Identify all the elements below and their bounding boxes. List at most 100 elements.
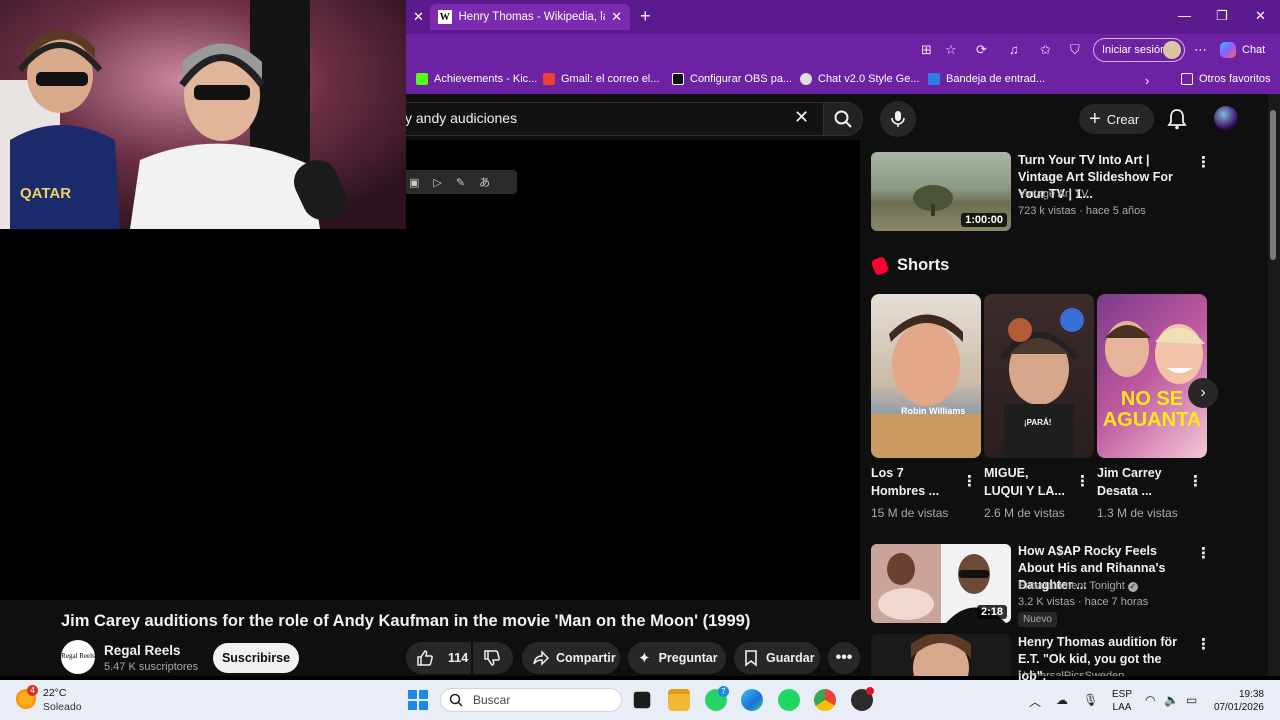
subscriber-count: 5.47 K suscriptores — [104, 661, 199, 673]
spotify-icon[interactable] — [778, 689, 800, 711]
ask-label: Preguntar — [658, 651, 718, 665]
bookmark-item[interactable]: Chat v2.0 Style Ge... — [800, 73, 920, 85]
favorites-icon[interactable]: ✩ — [1040, 42, 1051, 58]
extensions-icon[interactable]: ⟳ — [976, 42, 987, 58]
weather-temperature[interactable]: 22°C — [43, 687, 66, 699]
wifi-icon[interactable]: ◠ — [1145, 693, 1155, 707]
shorts-next-button[interactable]: › — [1188, 378, 1218, 408]
edge-icon[interactable] — [741, 689, 763, 711]
share-button[interactable]: Compartir — [522, 642, 620, 674]
music-icon[interactable]: ♫ — [1009, 42, 1019, 57]
picture-in-picture-icon[interactable]: ▣ — [409, 176, 419, 189]
onedrive-icon[interactable]: ☁ — [1056, 693, 1068, 707]
duration-badge: 2:18 — [976, 605, 1007, 619]
taskbar-search[interactable]: Buscar — [440, 688, 622, 712]
channel-name[interactable]: Regal Reels — [104, 643, 181, 658]
video-thumbnail[interactable]: 2:18 — [871, 544, 1011, 623]
short-thumbnail[interactable]: ¡PARÁ! — [984, 294, 1094, 458]
duration-badge: 1:00:00 — [961, 213, 1007, 227]
close-tab-icon[interactable]: ✕ — [413, 9, 424, 25]
kebab-menu-icon[interactable]: ⋮ — [1196, 544, 1211, 562]
minimize-button[interactable]: — — [1178, 8, 1191, 23]
microphone-icon[interactable]: 🎙 — [1083, 693, 1098, 707]
channel-avatar[interactable]: Regal Reels — [61, 640, 95, 674]
short-title[interactable]: Los 7 Hombres ... — [871, 464, 951, 500]
bookmark-item[interactable]: Achievements - Kic... — [416, 73, 537, 85]
video-thumbnail[interactable]: 1:00:00 — [871, 152, 1011, 231]
copilot-chat-button[interactable]: Chat — [1220, 40, 1265, 60]
chevron-right-icon[interactable]: › — [1145, 73, 1149, 88]
weather-description[interactable]: Soleado — [43, 701, 82, 713]
clock-time: 19:38 — [1238, 689, 1264, 700]
channel-name[interactable]: Entertainment Tonight ✓ — [1018, 578, 1138, 594]
like-button[interactable]: 114 — [406, 642, 471, 674]
shorts-heading: Shorts — [870, 255, 949, 276]
save-button[interactable]: Guardar — [734, 642, 820, 674]
video-thumbnail[interactable] — [871, 634, 1011, 676]
system-clock[interactable]: 19:38 07/01/2026 — [1208, 688, 1264, 714]
dislike-button[interactable] — [473, 642, 513, 674]
play-icon[interactable]: ▷ — [433, 176, 441, 189]
input-language[interactable]: ESP LAA — [1112, 688, 1132, 714]
bookmark-label: Bandeja de entrad... — [946, 73, 1046, 85]
more-actions-button[interactable]: ••• — [828, 642, 860, 674]
account-avatar[interactable] — [1214, 106, 1238, 130]
signin-button[interactable]: Iniciar sesión — [1093, 38, 1185, 62]
app-grid-icon[interactable]: ⊞ — [921, 42, 932, 58]
notifications-bell-icon[interactable] — [1167, 108, 1187, 130]
more-menu-icon[interactable]: ⋯ — [1194, 42, 1207, 58]
tab-active[interactable]: W Henry Thomas - Wikipedia, la encic ✕ — [430, 4, 630, 30]
kebab-menu-icon[interactable]: ⋮ — [962, 472, 977, 490]
lang-line1: ESP — [1112, 689, 1133, 700]
close-window-button[interactable]: ✕ — [1255, 8, 1266, 24]
subscribe-button[interactable]: Suscribirse — [213, 643, 299, 673]
clear-search-icon[interactable]: ✕ — [794, 107, 809, 128]
file-explorer-icon[interactable] — [668, 689, 690, 711]
profile-avatar — [1163, 41, 1181, 59]
search-value: y andy audiciones — [405, 110, 518, 126]
volume-icon[interactable]: 🔈 — [1164, 693, 1179, 707]
close-tab-icon[interactable]: ✕ — [611, 9, 622, 25]
svg-text:QATAR: QATAR — [20, 185, 71, 202]
video-title-link[interactable]: Henry Thomas audition för E.T. "Ok kid, … — [1018, 634, 1186, 685]
globe-icon — [800, 73, 812, 85]
microphone-icon — [891, 111, 905, 127]
battery-icon[interactable]: ▭ — [1186, 693, 1197, 707]
clock-date: 07/01/2026 — [1213, 702, 1264, 713]
ask-button[interactable]: ✦ Preguntar — [628, 642, 726, 674]
create-button[interactable]: + Crear — [1079, 104, 1154, 134]
short-image — [871, 314, 981, 458]
other-favorites[interactable]: Otros favoritos — [1181, 73, 1271, 85]
task-view-icon[interactable] — [633, 691, 651, 709]
short-title[interactable]: MIGUE, LUQUI Y LA... — [984, 464, 1068, 500]
channel-name[interactable]: Vintage Art TV — [1018, 186, 1089, 202]
bookmark-item[interactable]: Configurar OBS pa... — [672, 73, 792, 85]
chevron-up-icon[interactable]: ︿ — [1029, 693, 1041, 710]
search-button[interactable] — [823, 102, 863, 136]
other-favorites-label: Otros favoritos — [1199, 73, 1271, 85]
shorts-logo-icon — [870, 255, 890, 276]
kebab-menu-icon[interactable]: ⋮ — [1188, 472, 1203, 490]
favorite-star-icon[interactable]: ☆ — [945, 42, 957, 58]
voice-search-button[interactable] — [880, 101, 916, 137]
shield-icon[interactable]: ⛉ — [1070, 42, 1080, 58]
maximize-button[interactable]: ❐ — [1216, 8, 1228, 24]
bookmark-item[interactable]: Bandeja de entrad... — [928, 73, 1045, 85]
gmail-icon — [543, 73, 555, 85]
share-note-icon[interactable]: ✎ — [456, 176, 465, 189]
translate-icon[interactable]: あ — [479, 174, 490, 190]
bookmark-item[interactable]: Gmail: el correo el... — [543, 73, 659, 85]
short-title[interactable]: Jim Carrey Desata ... — [1097, 464, 1177, 500]
scrollbar-thumb[interactable] — [1270, 110, 1276, 260]
channel-name[interactable]: UniversalPicsSweden — [1018, 668, 1124, 676]
kebab-menu-icon[interactable]: ⋮ — [1196, 635, 1211, 653]
start-button[interactable] — [408, 690, 428, 710]
short-thumbnail[interactable]: Robin Williams — [871, 294, 981, 458]
new-tab-button[interactable]: + — [640, 6, 651, 27]
kebab-menu-icon[interactable]: ⋮ — [1196, 153, 1211, 171]
short-image — [999, 308, 1084, 458]
like-count: 114 — [448, 651, 469, 665]
kebab-menu-icon[interactable]: ⋮ — [1075, 472, 1090, 490]
chrome-icon[interactable] — [814, 689, 836, 711]
short-thumbnail[interactable]: NO SE AGUANTA — [1097, 294, 1207, 458]
